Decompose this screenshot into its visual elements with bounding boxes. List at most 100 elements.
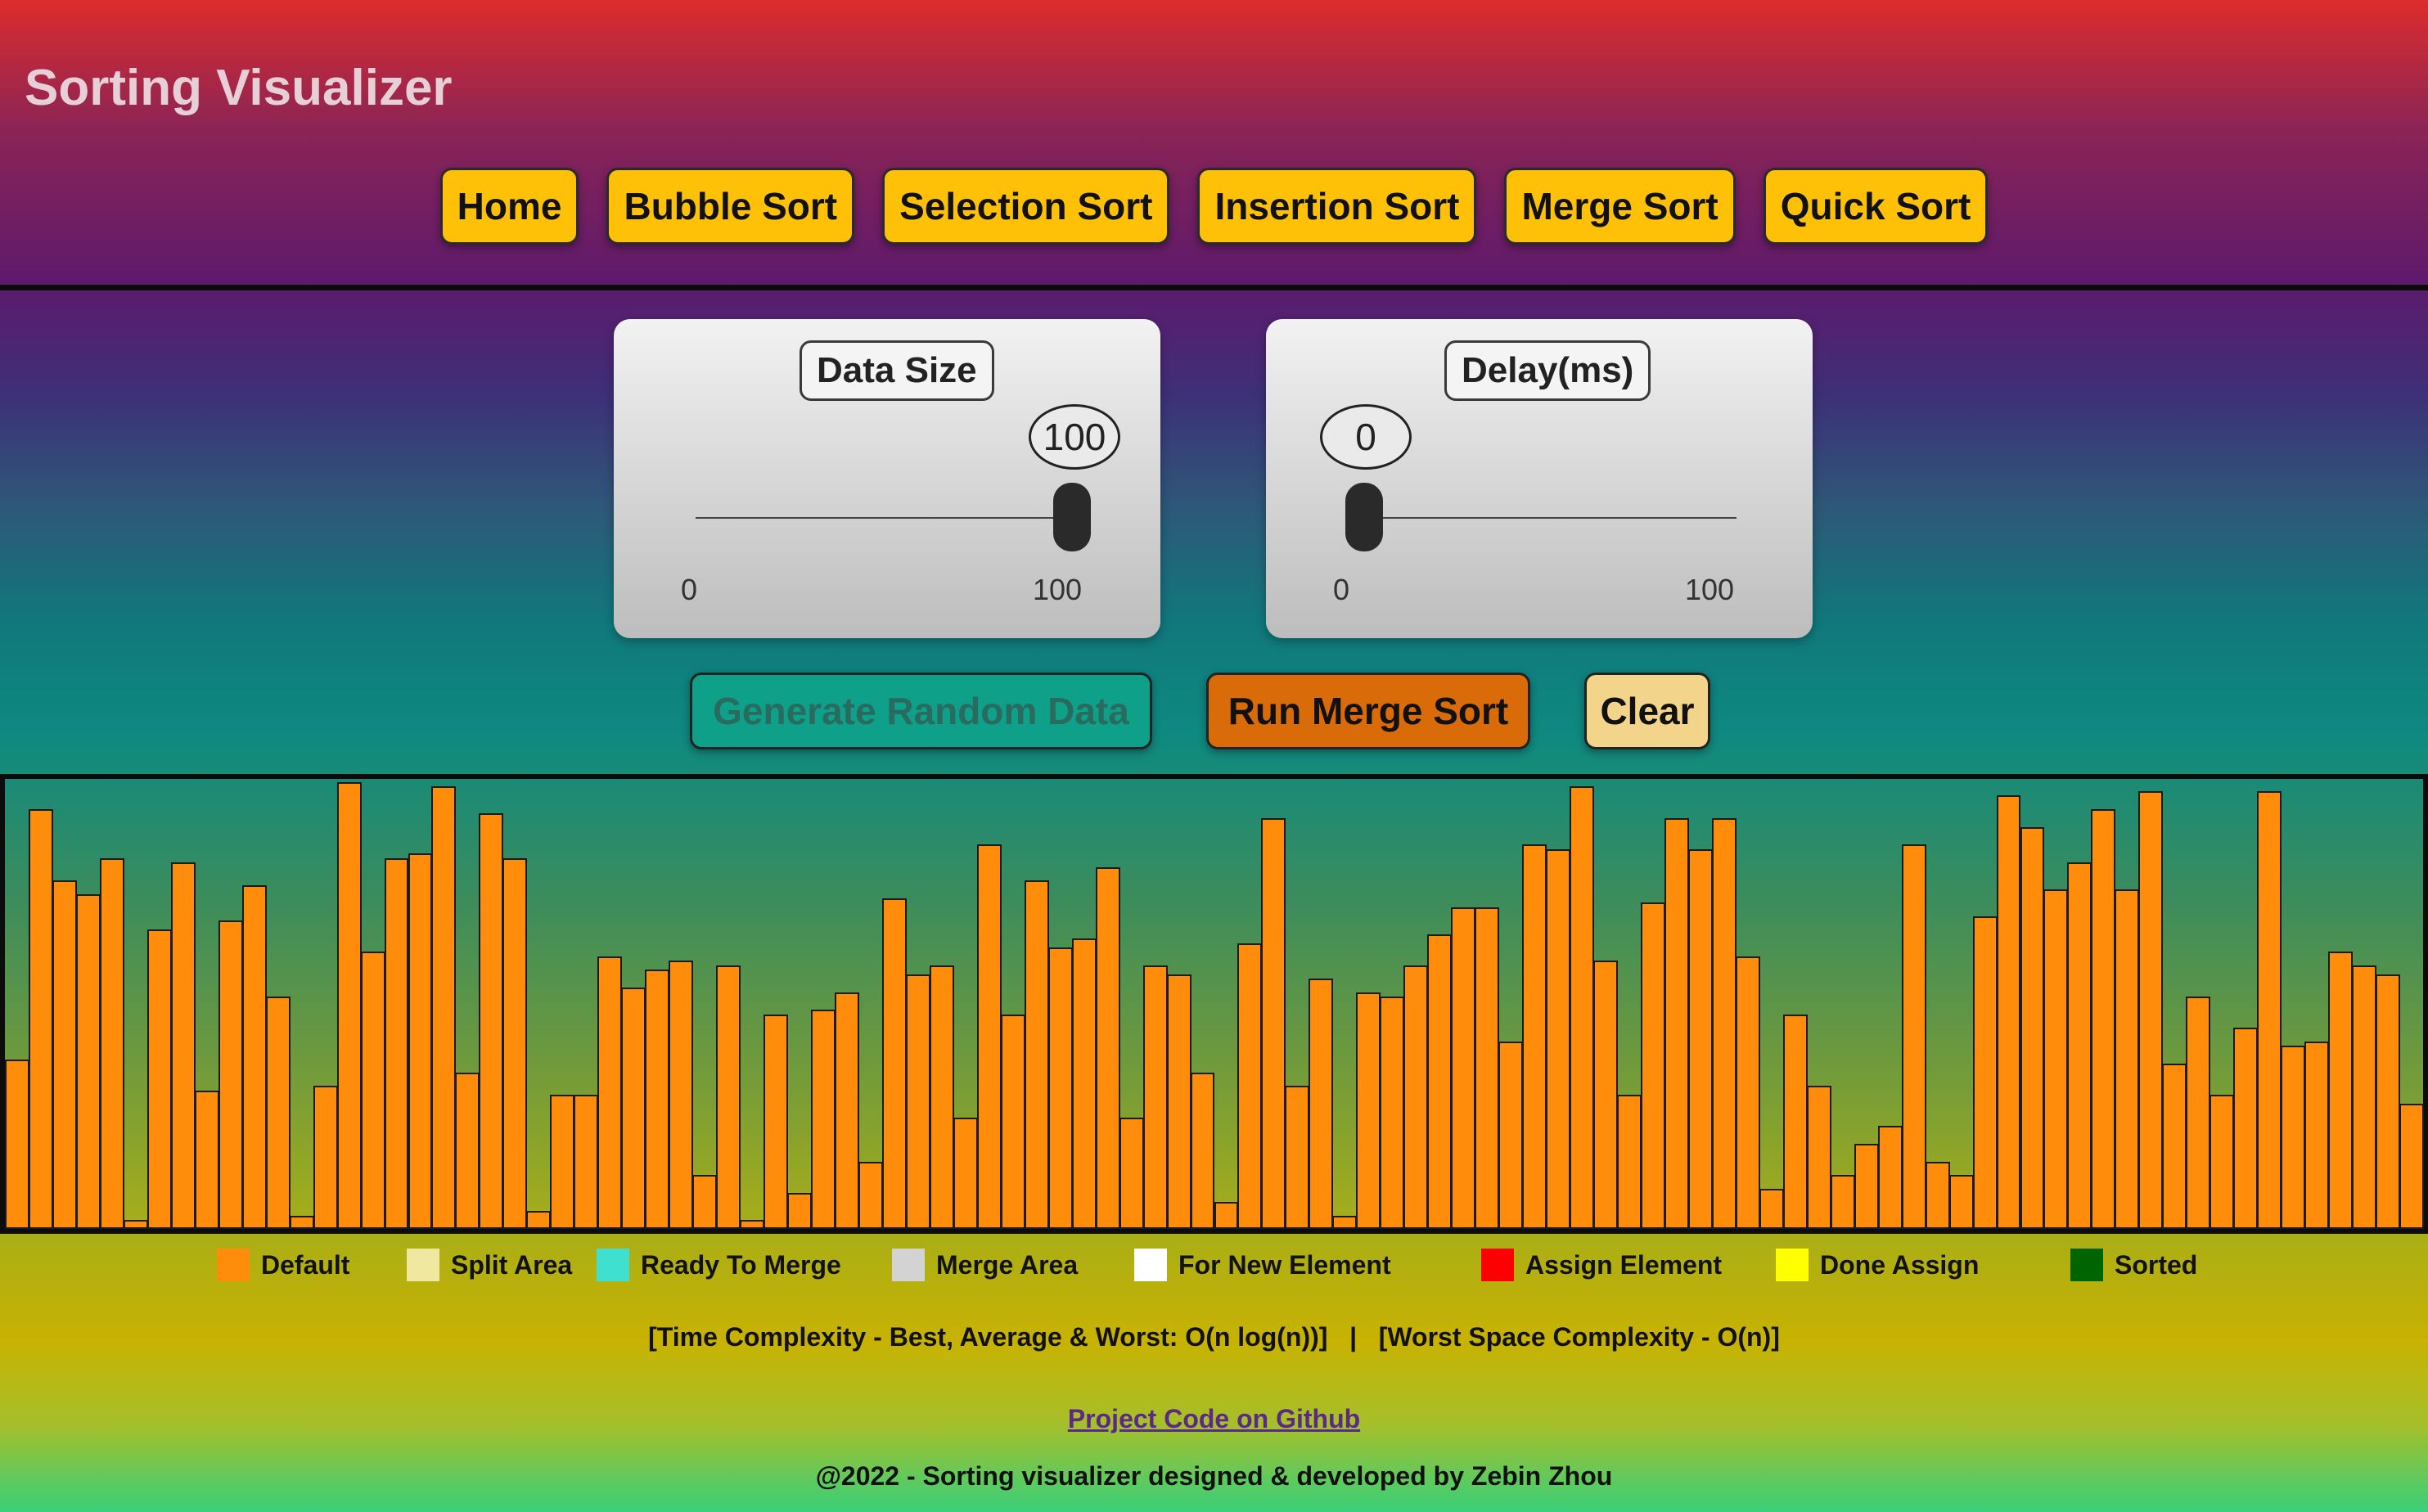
bar [1095,866,1120,1229]
bar [1948,1175,1974,1229]
bar [1332,1215,1358,1229]
nav-insertion-sort-button[interactable]: Insertion Sort [1197,168,1477,245]
nav-selection-sort-button[interactable]: Selection Sort [882,168,1170,245]
legend-item: Ready To Merge [597,1249,841,1281]
bar [2257,790,2282,1229]
bar [218,920,243,1229]
legend-swatch [892,1249,925,1281]
legend-label: Assign Element [1525,1249,1723,1280]
bar [1640,902,1665,1229]
bar [976,844,1002,1229]
legend-label: For New Element [1178,1249,1391,1280]
nav-merge-sort-button[interactable]: Merge Sort [1504,168,1736,245]
bar [479,813,504,1229]
bar [953,1117,978,1229]
bar [1356,992,1381,1229]
delay-slider-thumb[interactable] [1345,483,1383,551]
nav-bubble-sort-button[interactable]: Bubble Sort [606,168,855,245]
bar [1166,974,1191,1229]
bar [313,1086,338,1229]
legend-label: Split Area [451,1249,573,1280]
page-title: Sorting Visualizer [25,60,453,116]
bar [1237,943,1263,1229]
bar [929,965,954,1229]
data-size-panel: Data Size 100 0 100 [614,319,1160,638]
bar [5,1059,29,1229]
bar [1759,1188,1784,1229]
bar [360,952,385,1229]
bar [1735,956,1760,1229]
bar [1475,907,1500,1229]
clear-button[interactable]: Clear [1584,673,1710,749]
bar [2186,997,2211,1229]
bar [834,992,859,1229]
run-merge-sort-button[interactable]: Run Merge Sort [1206,673,1530,749]
bar [265,997,291,1229]
delay-label: Delay(ms) [1444,340,1651,401]
color-legend: Default Split Area Ready To Merge Merge Are… [0,1249,2428,1286]
bar [1830,1175,1855,1229]
bar [28,808,53,1229]
bar [1593,961,1618,1229]
bar [692,1175,718,1229]
data-size-slider-thumb[interactable] [1053,483,1091,551]
legend-item: Merge Area [892,1249,1078,1281]
bar [2233,1028,2259,1229]
header-divider [0,285,2428,290]
delay-panel: Delay(ms) 0 0 100 [1266,319,1813,638]
delay-track[interactable] [1356,517,1737,519]
github-link-text[interactable]: Project Code on Github [1068,1404,1360,1433]
github-link: Project Code on Github [0,1404,2428,1434]
bar [1047,947,1073,1229]
delay-value: 0 [1320,404,1412,470]
legend-label: Done Assign [1820,1249,1980,1280]
bar [2281,1046,2306,1229]
bar [1000,1014,1025,1229]
bar [1617,1095,1642,1229]
delay-max: 100 [1685,573,1735,606]
bar [2043,889,2069,1229]
bar [1498,1041,1524,1229]
nav-quick-sort-button[interactable]: Quick Sort [1763,168,1989,245]
bar [1261,817,1286,1229]
bar [597,956,623,1229]
bar [241,884,267,1229]
bar [1522,844,1547,1229]
bar [905,974,930,1229]
bar [1427,934,1453,1229]
legend-swatch [597,1249,629,1281]
bar [1119,1117,1144,1229]
bar [2138,790,2164,1229]
legend-label: Default [261,1249,350,1280]
bar [811,1010,836,1229]
bar [336,782,362,1229]
bar [408,853,433,1229]
generate-random-data-button[interactable]: Generate Random Data [690,673,1152,749]
nav-home-button[interactable]: Home [439,168,579,245]
legend-label: Sorted [2115,1249,2198,1280]
bar [1285,1086,1310,1229]
bar [2091,808,2116,1229]
bar [881,898,907,1229]
data-size-track[interactable] [696,517,1074,519]
bar [764,1014,789,1229]
bar [146,929,172,1229]
bar [170,862,196,1229]
legend-swatch [217,1249,250,1281]
bar [669,961,694,1229]
bar [1024,880,1049,1229]
bar [99,857,124,1229]
legend-item: For New Element [1134,1249,1391,1281]
nav-bar: Home Bubble Sort Selection Sort Insertio… [0,168,2428,245]
bar [787,1193,812,1229]
legend-swatch [407,1249,439,1281]
bar [1546,848,1571,1229]
complexity-text: [Time Complexity - Best, Average & Worst… [648,1322,1780,1352]
bar [2020,826,2045,1229]
bar [1901,844,1926,1229]
bar [1309,979,1334,1229]
bar [1687,848,1713,1229]
bar [1190,1072,1215,1229]
legend-item: Sorted [2070,1249,2197,1281]
bar [1854,1144,1879,1229]
